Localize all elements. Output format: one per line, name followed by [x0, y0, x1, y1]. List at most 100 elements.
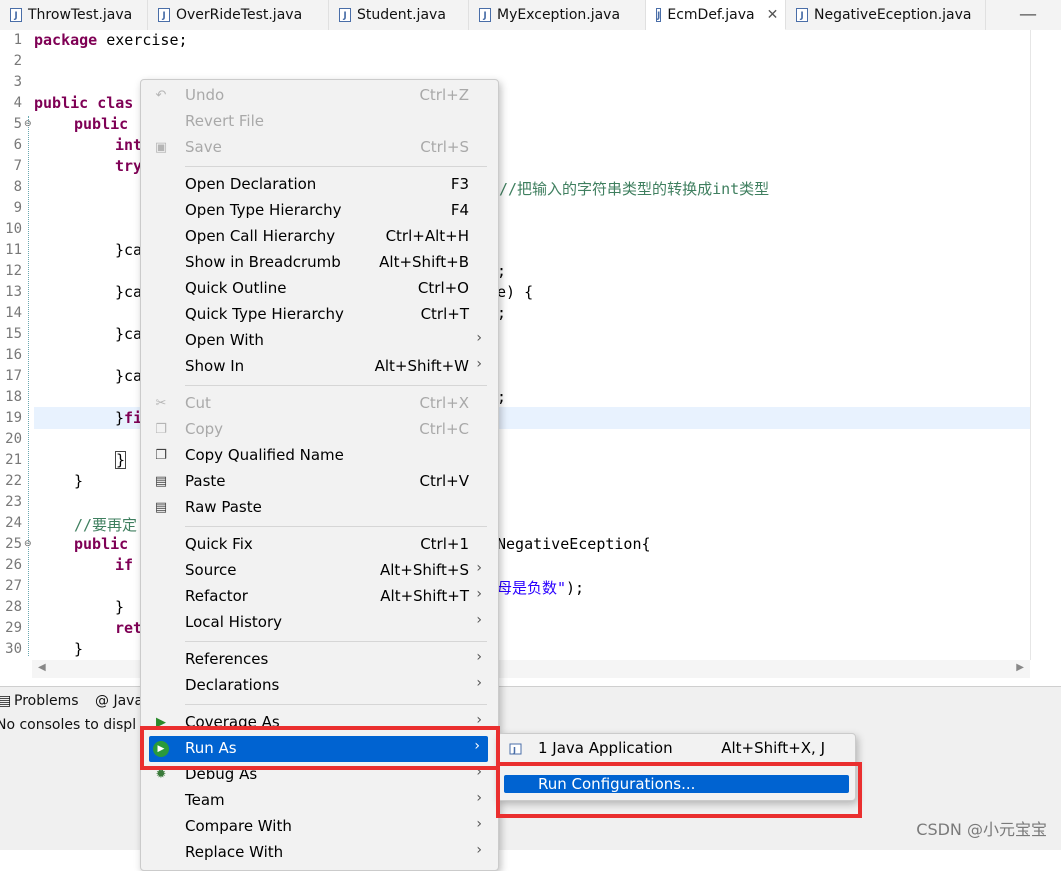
tab-javadoc[interactable]: @ Java: [95, 693, 143, 709]
code-line: NegativeEception{: [497, 535, 651, 553]
scroll-right-icon[interactable]: ▶: [1016, 662, 1024, 673]
code-line: }: [115, 598, 125, 616]
java-application-icon: J: [508, 741, 524, 757]
menu-item-open-declaration[interactable]: Open Declaration F3: [141, 172, 498, 198]
code-line: try: [115, 157, 143, 175]
scroll-left-icon[interactable]: ◀: [38, 662, 46, 673]
code-line: }ca: [115, 367, 143, 385]
menu-item-refactor[interactable]: Refactor Alt+Shift+T ›: [141, 584, 498, 610]
menu-separator: [185, 704, 487, 705]
line-number: 14: [5, 305, 22, 321]
code-line: if: [115, 556, 134, 574]
paste-icon: ▤: [154, 474, 168, 489]
code-line: }ca: [115, 241, 143, 259]
code-line: }fi: [115, 409, 143, 427]
line-number: 4: [13, 95, 22, 111]
tab-label: Student.java: [357, 7, 446, 23]
line-number: 28: [5, 599, 22, 615]
menu-item-compare-with[interactable]: Compare With ›: [141, 814, 498, 840]
tab-negativeeception[interactable]: J NegativeEception.java: [786, 0, 986, 30]
menu-item-save[interactable]: ▣ Save Ctrl+S: [141, 135, 498, 161]
minimize-icon[interactable]: —: [1019, 6, 1037, 24]
tab-myexception[interactable]: J MyException.java: [469, 0, 646, 30]
submenu-arrow-icon: ›: [476, 356, 482, 372]
line-number: 1: [13, 32, 22, 48]
submenu-arrow-icon: ›: [476, 816, 482, 832]
menu-item-quick-fix[interactable]: Quick Fix Ctrl+1: [141, 532, 498, 558]
menu-item-replace-with[interactable]: Replace With ›: [141, 840, 498, 866]
line-number: 2: [13, 53, 22, 69]
watermark: CSDN @小元宝宝: [916, 820, 1047, 839]
svg-text:J: J: [512, 746, 516, 755]
submenu-arrow-icon: ›: [476, 586, 482, 602]
tab-label: NegativeEception.java: [814, 7, 972, 23]
save-icon: ▣: [154, 140, 168, 155]
menu-item-declarations[interactable]: Declarations ›: [141, 673, 498, 699]
line-number: 25: [5, 536, 22, 552]
close-icon[interactable]: ✕: [767, 7, 779, 23]
java-file-icon: J: [158, 8, 170, 22]
code-line: }: [74, 472, 84, 490]
line-number: 5: [13, 116, 22, 132]
java-file-icon: J: [479, 8, 491, 22]
tab-throwtest[interactable]: J ThrowTest.java: [0, 0, 148, 30]
vertical-scrollbar[interactable]: [1030, 30, 1061, 660]
fold-icon[interactable]: ⊖: [24, 119, 32, 129]
code-line: int: [115, 136, 143, 154]
menu-item-quick-type-hierarchy[interactable]: Quick Type Hierarchy Ctrl+T: [141, 302, 498, 328]
menu-item-quick-outline[interactable]: Quick Outline Ctrl+O: [141, 276, 498, 302]
submenu-item-java-application[interactable]: J 1 Java Application Alt+Shift+X, J: [504, 737, 849, 761]
menu-item-paste[interactable]: ▤ Paste Ctrl+V: [141, 469, 498, 495]
line-number: 17: [5, 368, 22, 384]
java-file-icon: J: [656, 7, 662, 22]
line-number: 13: [5, 284, 22, 300]
menu-item-open-with[interactable]: Open With ›: [141, 328, 498, 354]
submenu-arrow-icon: ›: [476, 560, 482, 576]
code-line: e) {: [497, 283, 534, 301]
code-comment: //把输入的字符串类型的转换成int类型: [499, 180, 770, 198]
menu-item-cut[interactable]: ✂ Cut Ctrl+X: [141, 391, 498, 417]
code-line: }ca: [115, 283, 143, 301]
line-number: 18: [5, 389, 22, 405]
highlight-box-run-as: [140, 726, 500, 770]
menu-item-show-in-breadcrumb[interactable]: Show in Breadcrumb Alt+Shift+B: [141, 250, 498, 276]
menu-item-team[interactable]: Team ›: [141, 788, 498, 814]
tab-ecmdef[interactable]: J EcmDef.java ✕: [646, 0, 786, 30]
fold-icon[interactable]: ⊖: [24, 539, 32, 549]
line-number: 27: [5, 578, 22, 594]
menu-item-local-history[interactable]: Local History ›: [141, 610, 498, 636]
menu-item-undo[interactable]: ↶ Undo Ctrl+Z: [141, 83, 498, 109]
menu-separator: [185, 166, 487, 167]
submenu-arrow-icon: ›: [476, 675, 482, 691]
tab-student[interactable]: J Student.java: [329, 0, 469, 30]
line-number: 3: [13, 74, 22, 90]
menu-item-source[interactable]: Source Alt+Shift+S ›: [141, 558, 498, 584]
menu-item-copy[interactable]: ❐ Copy Ctrl+C: [141, 417, 498, 443]
submenu-arrow-icon: ›: [476, 842, 482, 858]
copy-qualified-icon: ❐: [155, 448, 167, 463]
code-line: package exercise;: [34, 31, 188, 49]
menu-item-open-call-hierarchy[interactable]: Open Call Hierarchy Ctrl+Alt+H: [141, 224, 498, 250]
cut-icon: ✂: [155, 396, 167, 411]
line-number: 7: [13, 158, 22, 174]
raw-paste-icon: ▤: [154, 500, 168, 515]
menu-item-open-type-hierarchy[interactable]: Open Type Hierarchy F4: [141, 198, 498, 224]
tab-label: ThrowTest.java: [28, 7, 133, 23]
java-file-icon: J: [10, 8, 22, 22]
line-number: 22: [5, 473, 22, 489]
line-number: 15: [5, 326, 22, 342]
menu-item-raw-paste[interactable]: ▤ Raw Paste: [141, 495, 498, 521]
menu-item-revert-file[interactable]: Revert File: [141, 109, 498, 135]
line-number: 11: [5, 242, 22, 258]
tab-problems[interactable]: Problems: [14, 693, 79, 709]
line-number: 21: [5, 452, 22, 468]
problems-icon[interactable]: ▤: [0, 693, 11, 709]
copy-icon: ❐: [155, 422, 167, 437]
menu-item-copy-qualified-name[interactable]: ❐ Copy Qualified Name: [141, 443, 498, 469]
menu-item-references[interactable]: References ›: [141, 647, 498, 673]
menu-item-show-in[interactable]: Show In Alt+Shift+W ›: [141, 354, 498, 380]
tab-overridetest[interactable]: J OverRideTest.java: [148, 0, 329, 30]
line-number: 12: [5, 263, 22, 279]
java-file-icon: J: [339, 8, 351, 22]
submenu-arrow-icon: ›: [476, 330, 482, 346]
